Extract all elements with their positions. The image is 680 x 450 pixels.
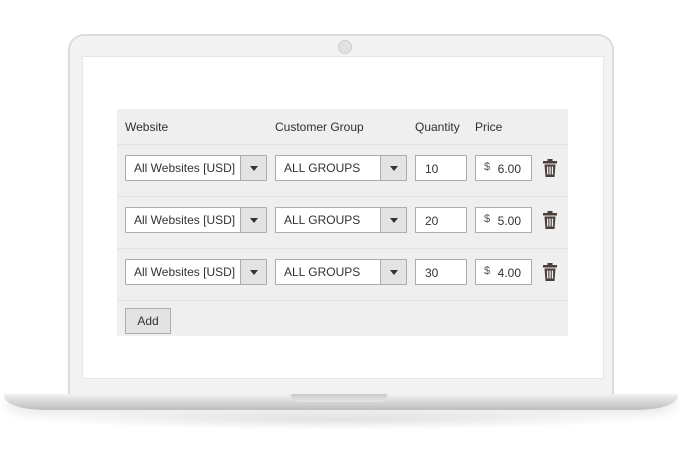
quantity-input[interactable]: 10 bbox=[415, 155, 467, 181]
quantity-input[interactable]: 20 bbox=[415, 207, 467, 233]
customer-group-select[interactable]: ALL GROUPS bbox=[275, 259, 407, 285]
customer-group-select-toggle[interactable] bbox=[380, 208, 406, 232]
tier-price-table: Website Customer Group Quantity Price Al… bbox=[117, 109, 568, 336]
chevron-down-icon bbox=[390, 166, 398, 171]
laptop-shadow bbox=[40, 410, 640, 430]
trash-icon[interactable] bbox=[543, 159, 557, 177]
table-row: All Websites [USD] ALL GROUPS 20 $ 5.00 bbox=[117, 196, 568, 248]
customer-group-select-toggle[interactable] bbox=[380, 260, 406, 284]
currency-symbol: $ bbox=[484, 161, 491, 173]
camera-icon bbox=[338, 40, 352, 54]
price-input[interactable]: $ 4.00 bbox=[475, 259, 532, 285]
add-button[interactable]: Add bbox=[125, 308, 171, 334]
website-select-value: All Websites [USD] bbox=[134, 265, 236, 279]
header-quantity: Quantity bbox=[415, 120, 460, 134]
header-website: Website bbox=[125, 120, 169, 134]
website-select[interactable]: All Websites [USD] bbox=[125, 259, 267, 285]
price-input[interactable]: $ 5.00 bbox=[475, 207, 532, 233]
website-select-value: All Websites [USD] bbox=[134, 213, 236, 227]
header-customer-group: Customer Group bbox=[275, 120, 364, 134]
price-input[interactable]: $ 6.00 bbox=[475, 155, 532, 181]
website-select-toggle[interactable] bbox=[240, 260, 266, 284]
customer-group-select-value: ALL GROUPS bbox=[284, 213, 361, 227]
customer-group-select-toggle[interactable] bbox=[380, 156, 406, 180]
quantity-input[interactable]: 30 bbox=[415, 259, 467, 285]
website-select[interactable]: All Websites [USD] bbox=[125, 207, 267, 233]
header-price: Price bbox=[475, 120, 503, 134]
price-value: 5.00 bbox=[497, 214, 521, 228]
website-select[interactable]: All Websites [USD] bbox=[125, 155, 267, 181]
website-select-toggle[interactable] bbox=[240, 156, 266, 180]
customer-group-select-value: ALL GROUPS bbox=[284, 161, 361, 175]
customer-group-select-value: ALL GROUPS bbox=[284, 265, 361, 279]
chevron-down-icon bbox=[250, 218, 258, 223]
trash-icon[interactable] bbox=[543, 263, 557, 281]
quantity-value: 10 bbox=[425, 162, 439, 176]
quantity-value: 20 bbox=[425, 214, 439, 228]
chevron-down-icon bbox=[250, 270, 258, 275]
customer-group-select[interactable]: ALL GROUPS bbox=[275, 207, 407, 233]
laptop-notch bbox=[291, 394, 387, 402]
table-footer bbox=[117, 300, 568, 336]
price-value: 4.00 bbox=[497, 266, 521, 280]
quantity-value: 30 bbox=[425, 266, 439, 280]
chevron-down-icon bbox=[390, 218, 398, 223]
currency-symbol: $ bbox=[484, 213, 491, 225]
website-select-value: All Websites [USD] bbox=[134, 161, 236, 175]
laptop-mockup: Website Customer Group Quantity Price Al… bbox=[0, 0, 680, 450]
website-select-toggle[interactable] bbox=[240, 208, 266, 232]
currency-symbol: $ bbox=[484, 265, 491, 277]
chevron-down-icon bbox=[250, 166, 258, 171]
price-value: 6.00 bbox=[497, 162, 521, 176]
chevron-down-icon bbox=[390, 270, 398, 275]
trash-icon[interactable] bbox=[543, 211, 557, 229]
customer-group-select[interactable]: ALL GROUPS bbox=[275, 155, 407, 181]
table-row: All Websites [USD] ALL GROUPS 10 $ 6.00 bbox=[117, 144, 568, 196]
table-row: All Websites [USD] ALL GROUPS 30 $ 4.00 bbox=[117, 248, 568, 300]
